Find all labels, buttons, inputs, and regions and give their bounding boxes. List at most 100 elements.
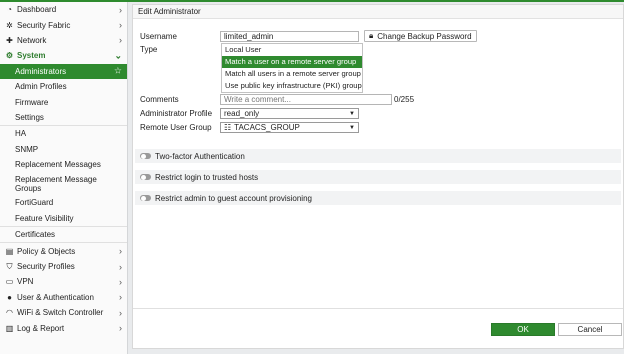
chart-icon: ▥ <box>5 323 14 333</box>
comments-field[interactable] <box>220 94 392 105</box>
type-row: Type <box>140 45 220 54</box>
server-group-icon: ☷ <box>224 123 232 132</box>
username-label: Username <box>140 31 177 41</box>
sidebar-item-label: Firmware <box>15 97 49 107</box>
sidebar-item-firmware[interactable]: Firmware <box>0 94 127 109</box>
comments-row: Comments 0/255 <box>140 94 414 105</box>
sidebar-item-certificates[interactable]: Certificates <box>0 227 127 242</box>
guest-provisioning-label: Restrict admin to guest account provisio… <box>155 193 312 203</box>
sidebar-item-label: Settings <box>15 112 44 122</box>
sidebar-item-replacement-message-groups[interactable]: Replacement Message Groups <box>0 172 127 195</box>
sidebar-item-label: HA <box>15 129 27 139</box>
comments-counter: 0/255 <box>394 95 415 104</box>
chevron-right-icon: › <box>119 4 122 15</box>
sidebar-item-policy-objects[interactable]: ▤ Policy & Objects › <box>0 243 127 258</box>
admin-profile-value: read_only <box>224 109 260 118</box>
chevron-right-icon: › <box>119 307 122 318</box>
chevron-right-icon: › <box>119 35 122 46</box>
sidebar-item-admin-profiles[interactable]: Admin Profiles <box>0 79 127 94</box>
admin-profile-label: Administrator Profile <box>140 109 213 118</box>
type-option-pki-group[interactable]: Use public key infrastructure (PKI) grou… <box>222 80 362 92</box>
sidebar-item-dashboard[interactable]: ◔ Dashboard › <box>0 2 127 17</box>
sidebar-item-security-fabric[interactable]: ✲ Security Fabric › <box>0 17 127 32</box>
wifi-icon: ◠ <box>6 308 13 318</box>
sidebar-item-label: WiFi & Switch Controller <box>17 308 104 318</box>
shield-icon: ⛉ <box>6 261 13 271</box>
remote-group-value: TACACS_GROUP <box>234 123 300 132</box>
username-row: Username limited_admin 🔒︎ Change Backup … <box>140 30 477 42</box>
star-icon[interactable]: ☆ <box>114 66 122 77</box>
sidebar-item-security-profiles[interactable]: ⛉ Security Profiles › <box>0 259 127 274</box>
sidebar-item-label: SNMP <box>15 144 39 154</box>
chevron-right-icon: › <box>119 276 122 287</box>
lock-icon: 🔒︎ <box>369 31 374 40</box>
sidebar-item-fortiguard[interactable]: FortiGuard <box>0 195 127 210</box>
sidebar-nav: ◔ Dashboard › ✲ Security Fabric › ✚ Netw… <box>0 2 128 354</box>
gear-icon: ⚙ <box>5 51 14 61</box>
type-option-local-user[interactable]: Local User <box>222 44 362 56</box>
type-dropdown-list[interactable]: Local User Match a user on a remote serv… <box>221 43 363 93</box>
user-icon: ● <box>7 292 12 302</box>
type-option-match-user-remote[interactable]: Match a user on a remote server group <box>222 56 362 68</box>
sidebar-item-label: Log & Report <box>17 323 65 333</box>
sidebar-item-label: Administrators <box>15 66 67 76</box>
guest-provisioning-toggle[interactable] <box>140 195 151 201</box>
dashboard-icon: ◔ <box>7 5 12 15</box>
type-label: Type <box>140 45 158 54</box>
chevron-right-icon: › <box>119 323 122 334</box>
policy-icon: ▤ <box>5 246 14 256</box>
sidebar-item-label: VPN <box>17 277 34 287</box>
two-factor-label: Two-factor Authentication <box>155 151 245 161</box>
sidebar-item-label: FortiGuard <box>15 198 54 208</box>
sidebar-item-label: Certificates <box>15 230 56 240</box>
remote-group-select[interactable]: ☷ TACACS_GROUP ▼ <box>220 122 359 133</box>
sidebar-item-wifi-switch[interactable]: ◠ WiFi & Switch Controller › <box>0 305 127 320</box>
sidebar-item-user-authentication[interactable]: ● User & Authentication › <box>0 290 127 305</box>
sidebar-item-snmp[interactable]: SNMP <box>0 142 127 157</box>
sidebar-item-settings[interactable]: Settings <box>0 110 127 125</box>
trusted-hosts-toggle[interactable] <box>140 174 151 180</box>
sidebar-item-ha[interactable]: HA <box>0 126 127 141</box>
sidebar-item-administrators[interactable]: Administrators ☆ <box>0 63 127 79</box>
sidebar-item-label: Admin Profiles <box>15 82 67 92</box>
type-option-match-all-remote[interactable]: Match all users in a remote server group <box>222 68 362 80</box>
caret-down-icon: ▼ <box>349 110 355 117</box>
sidebar-item-label: Replacement Message Groups <box>15 174 97 193</box>
sidebar-item-label: Policy & Objects <box>17 246 76 256</box>
sidebar-item-label: Replacement Messages <box>15 160 101 170</box>
sidebar-item-feature-visibility[interactable]: Feature Visibility <box>0 211 127 226</box>
fabric-icon: ✲ <box>6 20 13 30</box>
change-backup-password-button[interactable]: 🔒︎ Change Backup Password <box>364 30 477 42</box>
sidebar-item-system[interactable]: ⚙ System ⌄ <box>0 48 127 63</box>
sidebar-item-network[interactable]: ✚ Network › <box>0 33 127 48</box>
chevron-right-icon: › <box>119 261 122 272</box>
monitor-icon: ▭ <box>5 277 14 287</box>
sidebar-item-label: Network <box>17 35 47 45</box>
username-field[interactable]: limited_admin <box>220 30 359 42</box>
sidebar-item-log-report[interactable]: ▥ Log & Report › <box>0 320 127 335</box>
change-backup-password-label: Change Backup Password <box>377 31 472 41</box>
chevron-right-icon: › <box>119 246 122 257</box>
sidebar-item-label: Feature Visibility <box>15 213 74 223</box>
sidebar-item-replacement-messages[interactable]: Replacement Messages <box>0 157 127 172</box>
caret-down-icon: ▼ <box>349 124 355 131</box>
trusted-hosts-label: Restrict login to trusted hosts <box>155 172 259 182</box>
page-title: Edit Administrator <box>133 5 623 19</box>
sidebar-item-label: User & Authentication <box>17 292 94 302</box>
admin-profile-row: Administrator Profile read_only ▼ <box>140 108 359 119</box>
chevron-right-icon: › <box>119 20 122 31</box>
comments-label: Comments <box>140 95 179 104</box>
chevron-down-icon: ⌄ <box>114 50 122 61</box>
guest-provisioning-row: Restrict admin to guest account provisio… <box>135 191 621 205</box>
admin-profile-select[interactable]: read_only ▼ <box>220 108 359 119</box>
ok-button[interactable]: OK <box>491 323 555 336</box>
trusted-hosts-row: Restrict login to trusted hosts <box>135 170 621 184</box>
edit-admin-panel: Edit Administrator Username limited_admi… <box>132 4 624 349</box>
sidebar-item-vpn[interactable]: ▭ VPN › <box>0 274 127 289</box>
two-factor-toggle[interactable] <box>140 153 151 159</box>
cancel-button[interactable]: Cancel <box>558 323 622 336</box>
network-icon: ✚ <box>6 35 13 45</box>
dialog-footer: OK Cancel <box>133 308 623 348</box>
sidebar-item-label: System <box>17 51 46 61</box>
remote-group-row: Remote User Group ☷ TACACS_GROUP ▼ <box>140 122 359 133</box>
